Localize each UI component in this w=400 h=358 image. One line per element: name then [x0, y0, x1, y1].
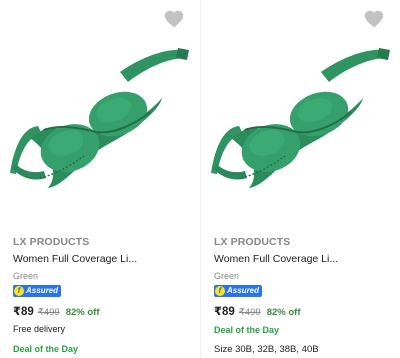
product-card[interactable]: LX PRODUCTS Women Full Coverage Li... Gr… — [200, 0, 400, 358]
product-color: Green — [13, 271, 39, 281]
discount-label: 82% off — [266, 307, 301, 318]
size-options: Size 30B, 32B, 38B, 40B — [214, 344, 319, 355]
assured-icon: f Assured — [13, 285, 62, 297]
product-card[interactable]: LX PRODUCTS Women Full Coverage Li... Gr… — [0, 0, 200, 358]
deal-label: Deal of the Day — [13, 344, 79, 354]
product-info: LX PRODUCTS Women Full Coverage Li... Gr… — [13, 235, 194, 355]
price-row: ₹89 ₹499 82% off — [214, 304, 394, 318]
assured-label: Assured — [227, 286, 260, 295]
product-image[interactable] — [0, 28, 200, 213]
delivery-info: Free delivery — [13, 324, 66, 334]
original-price: ₹499 — [238, 307, 261, 318]
wishlist-button[interactable] — [163, 8, 185, 30]
product-grid: LX PRODUCTS Women Full Coverage Li... Gr… — [0, 0, 400, 358]
assured-badge: f Assured — [214, 285, 394, 297]
selling-price: ₹89 — [214, 306, 235, 318]
selling-price: ₹89 — [13, 306, 34, 318]
product-color: Green — [214, 271, 240, 281]
heart-icon — [364, 10, 384, 28]
product-image[interactable] — [201, 28, 400, 213]
assured-label: Assured — [26, 286, 59, 295]
assured-icon: f Assured — [214, 285, 263, 297]
price-row: ₹89 ₹499 82% off — [13, 304, 194, 318]
original-price: ₹499 — [37, 307, 60, 318]
assured-badge: f Assured — [13, 285, 194, 297]
deal-label: Deal of the Day — [214, 325, 280, 335]
product-brand: LX PRODUCTS — [214, 236, 291, 248]
product-brand: LX PRODUCTS — [13, 236, 90, 248]
wishlist-button[interactable] — [363, 8, 385, 30]
product-title[interactable]: Women Full Coverage Li... — [214, 252, 394, 266]
heart-icon — [164, 10, 184, 28]
discount-label: 82% off — [65, 307, 100, 318]
product-info: LX PRODUCTS Women Full Coverage Li... Gr… — [214, 235, 394, 356]
product-title[interactable]: Women Full Coverage Li... — [13, 252, 194, 266]
